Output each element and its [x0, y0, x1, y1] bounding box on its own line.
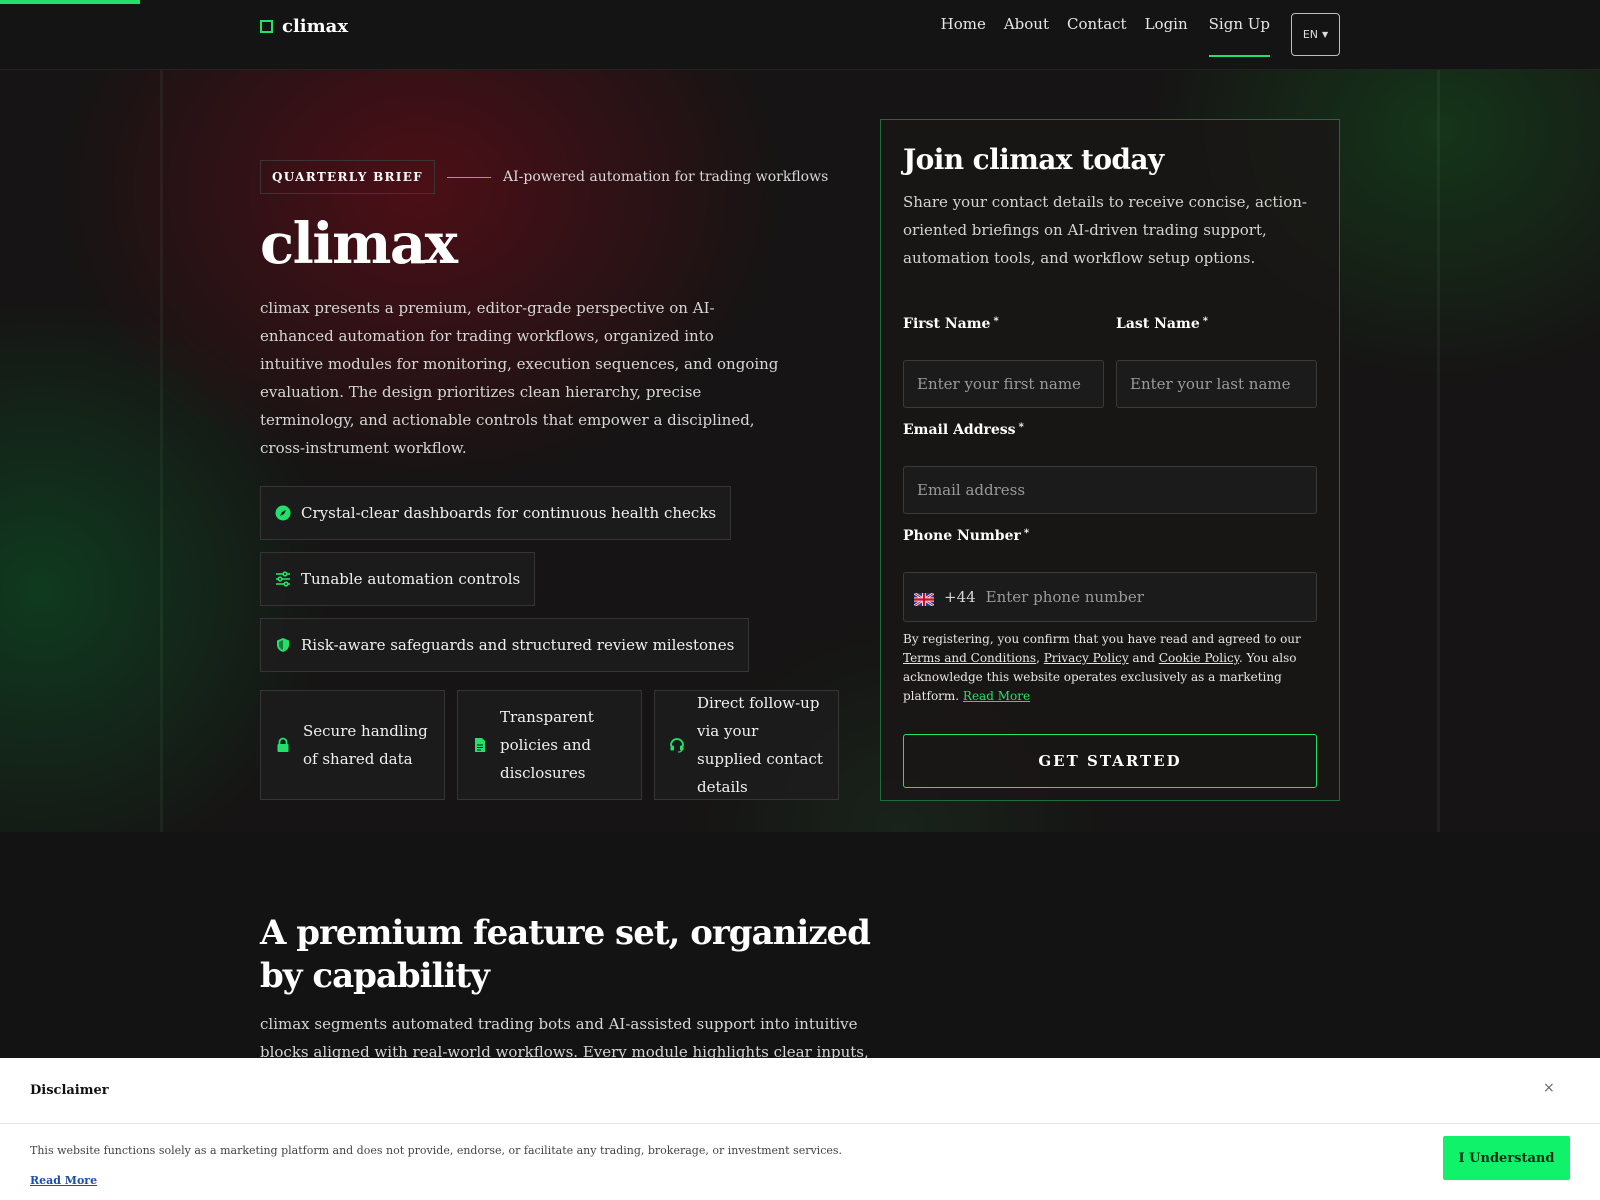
- disclaimer-banner: Disclaimer × This website functions sole…: [0, 1058, 1600, 1200]
- email-label: Email Address *: [903, 422, 1024, 438]
- trust-cards: Secure handling of shared data Transpare…: [260, 690, 840, 800]
- legal-notice: By registering, you confirm that you hav…: [903, 632, 1301, 703]
- nav-contact[interactable]: Contact: [1058, 16, 1136, 56]
- language-label: EN: [1302, 28, 1319, 41]
- phone-group: Phone Number * +44: [903, 528, 1317, 622]
- decorative-vertical-line: [160, 70, 163, 832]
- hero-description: climax presents a premium, editor-grade …: [260, 299, 779, 457]
- trust-card-label: Transparent policies and disclosures: [500, 708, 594, 782]
- disclaimer-title: Disclaimer: [30, 1083, 109, 1098]
- terms-link[interactable]: Terms and Conditions: [903, 651, 1036, 665]
- language-selector[interactable]: EN ▼: [1291, 13, 1340, 56]
- nav-sign-up[interactable]: Sign Up: [1208, 16, 1270, 57]
- site-header: climax Home About Contact Login Sign Up …: [0, 0, 1600, 70]
- highlight-pill: Risk-aware safeguards and structured rev…: [260, 618, 750, 672]
- form-description: Share your contact details to receive co…: [903, 193, 1307, 267]
- hero-content: QUARTERLY BRIEF AI-powered automation fo…: [260, 160, 840, 800]
- nav-login[interactable]: Login: [1136, 16, 1197, 56]
- nav-home[interactable]: Home: [932, 16, 995, 56]
- trust-card: Transparent policies and disclosures: [457, 690, 642, 800]
- highlight-label: Tunable automation controls: [301, 570, 521, 588]
- read-more-link[interactable]: Read More: [963, 689, 1030, 703]
- first-name-group: First Name *: [903, 316, 1104, 408]
- disclaimer-read-more-link[interactable]: Read More: [30, 1174, 97, 1187]
- email-input[interactable]: [903, 466, 1317, 514]
- features-title: A premium feature set, organized by capa…: [260, 913, 871, 996]
- uk-flag-icon[interactable]: [913, 591, 935, 607]
- highlight-list: Crystal-clear dashboards for continuous …: [260, 486, 840, 672]
- cookie-link[interactable]: Cookie Policy: [1159, 651, 1239, 665]
- highlight-label: Crystal-clear dashboards for continuous …: [301, 504, 717, 522]
- email-group: Email Address *: [903, 422, 1317, 514]
- trust-card-label: Secure handling of shared data: [303, 722, 428, 768]
- eyebrow-subtitle: AI-powered automation for trading workfl…: [502, 169, 829, 185]
- logo-square-icon: [260, 20, 273, 33]
- document-icon: [472, 737, 488, 753]
- main-nav: Home About Contact Login Sign Up: [932, 16, 1282, 57]
- phone-label: Phone Number *: [903, 528, 1030, 544]
- trust-card-label: Direct follow-up via your supplied conta…: [697, 694, 823, 796]
- privacy-link[interactable]: Privacy Policy: [1044, 651, 1129, 665]
- page-progress-bar: [0, 0, 140, 4]
- disclaimer-text: This website functions solely as a marke…: [30, 1144, 843, 1157]
- phone-input[interactable]: [985, 588, 1306, 606]
- form-title: Join climax today: [903, 143, 1164, 176]
- hero-section: QUARTERLY BRIEF AI-powered automation fo…: [0, 70, 1600, 832]
- signup-form: Join climax today Share your contact det…: [880, 119, 1340, 801]
- hero-title: climax: [260, 211, 458, 277]
- phone-field: +44: [903, 572, 1317, 622]
- first-name-label: First Name *: [903, 316, 999, 332]
- lock-icon: [275, 737, 291, 753]
- shield-icon: [275, 637, 291, 653]
- last-name-label: Last Name *: [1116, 316, 1208, 332]
- logo-text: climax: [282, 16, 349, 37]
- get-started-button[interactable]: GET STARTED: [903, 734, 1317, 788]
- compass-icon: [275, 505, 291, 521]
- caret-down-icon: ▼: [1322, 30, 1329, 39]
- highlight-pill: Crystal-clear dashboards for continuous …: [260, 486, 732, 540]
- eyebrow-badge: QUARTERLY BRIEF: [260, 160, 435, 194]
- last-name-group: Last Name *: [1116, 316, 1317, 408]
- nav-about[interactable]: About: [995, 16, 1058, 56]
- i-understand-button[interactable]: I Understand: [1443, 1136, 1570, 1180]
- trust-card: Direct follow-up via your supplied conta…: [654, 690, 839, 800]
- headset-icon: [669, 737, 685, 753]
- first-name-input[interactable]: [903, 360, 1104, 408]
- eyebrow-divider: [446, 176, 491, 178]
- name-row: First Name* Last Name*: [903, 316, 1317, 408]
- trust-card: Secure handling of shared data: [260, 690, 445, 800]
- logo[interactable]: climax: [260, 16, 348, 37]
- close-icon[interactable]: ×: [1543, 1080, 1555, 1096]
- eyebrow-row: QUARTERLY BRIEF AI-powered automation fo…: [260, 160, 840, 194]
- sliders-icon: [275, 571, 291, 587]
- decorative-vertical-line: [1437, 70, 1440, 832]
- highlight-label: Risk-aware safeguards and structured rev…: [301, 636, 735, 654]
- last-name-input[interactable]: [1116, 360, 1317, 408]
- disclaimer-header: Disclaimer ×: [0, 1058, 1600, 1124]
- highlight-pill: Tunable automation controls: [260, 552, 536, 606]
- dial-code[interactable]: +44: [944, 588, 976, 606]
